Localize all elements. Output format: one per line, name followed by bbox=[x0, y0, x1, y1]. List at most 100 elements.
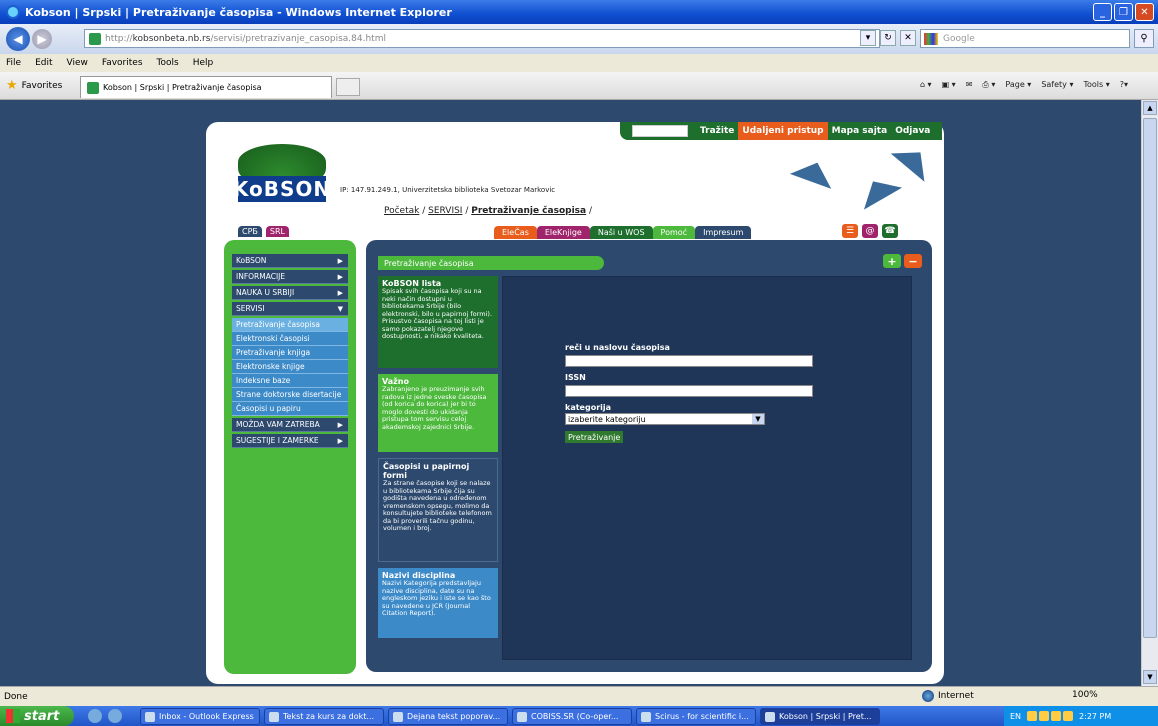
tray-icon[interactable] bbox=[1051, 711, 1062, 721]
lang-latin[interactable]: SRL bbox=[265, 226, 289, 237]
sidebar-subitem[interactable]: Strane doktorske disertacije bbox=[232, 388, 348, 402]
umbrella-icon bbox=[789, 155, 839, 189]
menu-help[interactable]: Help bbox=[193, 58, 214, 68]
breadcrumb: Početak / SERVISI / Pretraživanje časopi… bbox=[384, 206, 592, 216]
sidebar-subitem[interactable]: Elektronski časopisi bbox=[232, 332, 348, 346]
sidebar-item-servisi[interactable]: SERVISI ▼ bbox=[232, 302, 348, 316]
breadcrumb-services[interactable]: SERVISI bbox=[428, 206, 462, 216]
mail-icon[interactable]: ✉ bbox=[966, 80, 973, 90]
sidebar-item-mozda[interactable]: MOŽDA VAM ZATREBA ▶ bbox=[232, 418, 348, 432]
window-titlebar: Kobson | Srpski | Pretraživanje časopisa… bbox=[0, 0, 1158, 24]
browser-launch-icon[interactable] bbox=[108, 709, 122, 723]
task-item[interactable]: Scirus - for scientific i... bbox=[636, 708, 756, 725]
logout-link[interactable]: Odjava bbox=[891, 122, 935, 140]
page-menu[interactable]: Page ▾ bbox=[1005, 80, 1031, 90]
remote-access-link[interactable]: Udaljeni pristup bbox=[738, 122, 828, 140]
email-icon[interactable]: @ bbox=[862, 224, 878, 238]
title-input[interactable] bbox=[565, 355, 813, 367]
safety-menu[interactable]: Safety ▾ bbox=[1041, 80, 1073, 90]
zoom-control[interactable]: 100% bbox=[1072, 690, 1098, 700]
menu-favorites[interactable]: Favorites bbox=[102, 58, 143, 68]
print-icon[interactable]: ⎙ ▾ bbox=[982, 80, 995, 90]
stop-icon[interactable]: ✕ bbox=[900, 30, 916, 46]
favorites-button[interactable]: ★ Favorites bbox=[6, 78, 62, 93]
site-search-input[interactable] bbox=[632, 125, 688, 137]
forward-button[interactable]: ▶ bbox=[32, 29, 52, 49]
back-button[interactable]: ◀ bbox=[6, 27, 30, 51]
search-placeholder: Google bbox=[943, 33, 975, 44]
ie-launch-icon[interactable] bbox=[88, 709, 102, 723]
sidebar-subitem[interactable]: Pretraživanje časopisa bbox=[232, 318, 348, 332]
tab-elecas[interactable]: EleČas bbox=[494, 226, 537, 239]
menu-view[interactable]: View bbox=[67, 58, 88, 68]
globe-icon bbox=[922, 690, 934, 702]
category-select[interactable]: izaberite kategoriju ▼ bbox=[565, 413, 765, 425]
close-button[interactable]: ✕ bbox=[1135, 3, 1154, 21]
help-icon[interactable]: ?▾ bbox=[1120, 80, 1128, 90]
sidebar-subitem[interactable]: Pretraživanje knjiga bbox=[232, 346, 348, 360]
minimize-button[interactable]: _ bbox=[1093, 3, 1112, 21]
task-item-active[interactable]: Kobson | Srpski | Pret... bbox=[760, 708, 880, 725]
sidebar-item-kobson[interactable]: KoBSON ▶ bbox=[232, 254, 348, 268]
browser-tab[interactable]: Kobson | Srpski | Pretraživanje časopisa bbox=[80, 76, 332, 98]
scroll-thumb[interactable] bbox=[1143, 118, 1157, 638]
sitemap-link[interactable]: Mapa sajta bbox=[827, 122, 892, 140]
search-button[interactable]: ⚲ bbox=[1134, 29, 1154, 48]
sidebar-item-sugestije[interactable]: SUGESTIJE I ZAMERKE ▶ bbox=[232, 434, 348, 448]
tray-icon[interactable] bbox=[1027, 711, 1038, 721]
tab-impresum[interactable]: Impresum bbox=[695, 226, 752, 239]
refresh-icon[interactable]: ↻ bbox=[880, 30, 896, 46]
arrow-right-icon: ▶ bbox=[337, 272, 343, 281]
chevron-down-icon: ▼ bbox=[752, 414, 764, 424]
menu-edit[interactable]: Edit bbox=[35, 58, 52, 68]
sidebar-subitem[interactable]: Indeksne baze bbox=[232, 374, 348, 388]
vertical-scrollbar[interactable]: ▲ ▼ bbox=[1141, 100, 1158, 686]
issn-input[interactable] bbox=[565, 385, 813, 397]
arrow-right-icon: ▶ bbox=[337, 288, 343, 297]
task-item[interactable]: COBISS.SR (Co-oper... bbox=[512, 708, 632, 725]
feeds-icon[interactable]: ▣ ▾ bbox=[942, 80, 956, 90]
sidebar-item-informacije[interactable]: INFORMACIJE ▶ bbox=[232, 270, 348, 284]
sidebar-item-nauka[interactable]: NAUKA U SRBIJI ▶ bbox=[232, 286, 348, 300]
ie-icon bbox=[765, 711, 775, 722]
language-indicator[interactable]: EN bbox=[1010, 712, 1021, 721]
scroll-up-icon[interactable]: ▲ bbox=[1143, 101, 1157, 115]
lang-cyrillic[interactable]: CPБ bbox=[238, 226, 262, 237]
category-field-label: kategorija bbox=[565, 403, 612, 412]
task-label: Tekst za kurs za dokt... bbox=[283, 712, 375, 721]
task-item[interactable]: Dejana tekst poporav... bbox=[388, 708, 508, 725]
tray-icon[interactable] bbox=[1039, 711, 1050, 721]
search-link[interactable]: Tražite bbox=[696, 122, 738, 140]
breadcrumb-current[interactable]: Pretraživanje časopisa bbox=[471, 206, 586, 216]
phone-icon[interactable]: ☎ bbox=[882, 224, 898, 238]
search-input[interactable]: Google bbox=[920, 29, 1130, 48]
menu-file[interactable]: File bbox=[6, 58, 21, 68]
plus-button[interactable]: + bbox=[883, 254, 901, 268]
address-field[interactable]: http://kobsonbeta.nb.rs/servisi/pretrazi… bbox=[84, 29, 880, 48]
clock: 2:27 PM bbox=[1079, 711, 1112, 721]
sidebar-subitem[interactable]: Elektronske knjige bbox=[232, 360, 348, 374]
task-item[interactable]: Inbox - Outlook Express bbox=[140, 708, 260, 725]
search-submit-button[interactable]: Pretraživanje bbox=[565, 431, 623, 443]
category-selected: izaberite kategoriju bbox=[568, 414, 646, 424]
word-icon bbox=[269, 711, 279, 722]
task-item[interactable]: Tekst za kurs za dokt... bbox=[264, 708, 384, 725]
new-tab-button[interactable] bbox=[336, 78, 360, 96]
start-button[interactable]: start bbox=[0, 706, 74, 726]
command-bar: ⌂ ▾ ▣ ▾ ✉ ⎙ ▾ Page ▾ Safety ▾ Tools ▾ ?▾ bbox=[920, 80, 1128, 90]
tray-icon[interactable] bbox=[1063, 711, 1074, 721]
minus-button[interactable]: − bbox=[904, 254, 922, 268]
maximize-button[interactable]: ❐ bbox=[1114, 3, 1133, 21]
tab-wos[interactable]: Naši u WOS bbox=[589, 226, 653, 239]
tab-help[interactable]: Pomoć bbox=[652, 226, 696, 239]
tools-menu[interactable]: Tools ▾ bbox=[1083, 80, 1109, 90]
home-icon[interactable]: ⌂ ▾ bbox=[920, 80, 932, 90]
rss-icon[interactable]: ☰ bbox=[842, 224, 858, 238]
tab-eleknjige[interactable]: EleKnjige bbox=[536, 226, 590, 239]
sidebar-subitem[interactable]: Časopisi u papiru bbox=[232, 402, 348, 416]
dropdown-icon[interactable]: ▾ bbox=[860, 30, 876, 46]
kobson-logo[interactable]: KoBSON bbox=[233, 136, 334, 202]
breadcrumb-home[interactable]: Početak bbox=[384, 206, 419, 216]
scroll-down-icon[interactable]: ▼ bbox=[1143, 670, 1157, 684]
menu-tools[interactable]: Tools bbox=[157, 58, 179, 68]
